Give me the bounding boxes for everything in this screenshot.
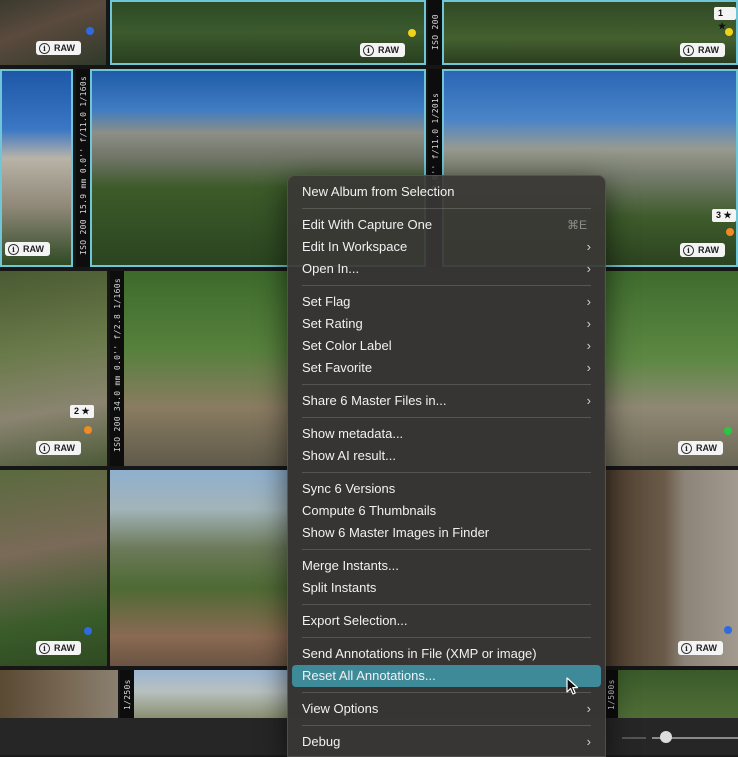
- menu-item-share-master-files[interactable]: Share 6 Master Files in... ›: [292, 390, 601, 412]
- menu-separator: [302, 384, 591, 385]
- menu-separator: [302, 417, 591, 418]
- photo-thumbnail[interactable]: [618, 670, 738, 718]
- chevron-right-icon: ›: [586, 239, 591, 254]
- color-label-green: [724, 427, 732, 435]
- raw-badge[interactable]: i RAW: [680, 43, 725, 57]
- raw-badge[interactable]: i RAW: [678, 641, 723, 655]
- menu-separator: [302, 472, 591, 473]
- chevron-right-icon: ›: [586, 734, 591, 749]
- shortcut-label: ⌘E: [566, 218, 587, 232]
- menu-item-send-annotations[interactable]: Send Annotations in File (XMP or image): [292, 643, 601, 665]
- color-label-orange: [84, 426, 92, 434]
- color-label-yellow: [725, 28, 733, 36]
- color-label-blue: [724, 626, 732, 634]
- info-icon[interactable]: i: [363, 44, 374, 56]
- chevron-right-icon: ›: [586, 360, 591, 375]
- menu-separator: [302, 208, 591, 209]
- exif-text: ISO 200: [431, 14, 440, 50]
- photo-thumbnail[interactable]: i RAW: [604, 470, 738, 666]
- photo-thumbnail[interactable]: [134, 670, 288, 718]
- menu-separator: [302, 692, 591, 693]
- photo-thumbnail[interactable]: [124, 271, 288, 466]
- photo-thumbnail[interactable]: 2 ★ i RAW: [0, 271, 107, 466]
- menu-item-sync-versions[interactable]: Sync 6 Versions: [292, 478, 601, 500]
- star-rating: 3 ★: [712, 209, 736, 222]
- raw-badge[interactable]: i RAW: [36, 41, 81, 55]
- chevron-right-icon: ›: [586, 261, 591, 276]
- zoom-slider-knob[interactable]: [660, 731, 672, 743]
- zoom-slider-track-left: [622, 737, 646, 739]
- menu-item-merge-instants[interactable]: Merge Instants...: [292, 555, 601, 577]
- info-icon[interactable]: i: [8, 243, 19, 255]
- exif-text: 1/250s: [123, 679, 132, 710]
- exif-text: ISO 200 15.9 mm 0.0'' f/11.0 1/160s: [79, 75, 88, 255]
- info-icon[interactable]: i: [681, 642, 692, 654]
- photo-thumbnail[interactable]: i RAW: [0, 0, 106, 65]
- menu-separator: [302, 549, 591, 550]
- info-icon[interactable]: i: [681, 442, 692, 454]
- chevron-right-icon: ›: [586, 701, 591, 716]
- chevron-right-icon: ›: [586, 393, 591, 408]
- menu-item-show-in-finder[interactable]: Show 6 Master Images in Finder: [292, 522, 601, 544]
- menu-item-export-selection[interactable]: Export Selection...: [292, 610, 601, 632]
- menu-item-edit-workspace[interactable]: Edit In Workspace ›: [292, 236, 601, 258]
- info-icon[interactable]: i: [683, 244, 694, 256]
- menu-item-set-color-label[interactable]: Set Color Label ›: [292, 335, 601, 357]
- photo-thumbnail[interactable]: i RAW: [0, 470, 107, 666]
- mouse-pointer-icon: [566, 677, 579, 695]
- menu-item-split-instants[interactable]: Split Instants: [292, 577, 601, 599]
- exif-text: ISO 200 34.0 mm 0.0'' f/2.8 1/160s: [113, 278, 122, 452]
- exif-text: 1/500s: [607, 679, 616, 710]
- menu-item-new-album[interactable]: New Album from Selection: [292, 181, 601, 203]
- color-label-blue: [86, 27, 94, 35]
- menu-item-debug[interactable]: Debug ›: [292, 731, 601, 753]
- photo-thumbnail[interactable]: i RAW: [604, 271, 738, 466]
- photo-thumbnail[interactable]: [110, 470, 288, 666]
- chevron-right-icon: ›: [586, 316, 591, 331]
- raw-badge[interactable]: i RAW: [36, 641, 81, 655]
- context-menu: New Album from Selection Edit With Captu…: [287, 175, 606, 757]
- menu-separator: [302, 637, 591, 638]
- raw-badge[interactable]: i RAW: [360, 43, 405, 57]
- menu-item-view-options[interactable]: View Options ›: [292, 698, 601, 720]
- menu-separator: [302, 285, 591, 286]
- info-icon[interactable]: i: [683, 44, 694, 56]
- info-icon[interactable]: i: [39, 442, 50, 454]
- raw-badge[interactable]: i RAW: [36, 441, 81, 455]
- menu-item-compute-thumbnails[interactable]: Compute 6 Thumbnails: [292, 500, 601, 522]
- menu-item-reset-annotations[interactable]: Reset All Annotations...: [292, 665, 601, 687]
- menu-item-open-in[interactable]: Open In... ›: [292, 258, 601, 280]
- menu-item-edit-capture-one[interactable]: Edit With Capture One ⌘E: [292, 214, 601, 236]
- photo-thumbnail[interactable]: [0, 670, 118, 718]
- chevron-right-icon: ›: [586, 338, 591, 353]
- photo-thumbnail-selected[interactable]: 1 ★ i RAW: [442, 0, 738, 65]
- menu-separator: [302, 725, 591, 726]
- star-rating: 1 ★: [714, 7, 736, 31]
- menu-item-show-ai-result[interactable]: Show AI result...: [292, 445, 601, 467]
- color-label-yellow: [408, 29, 416, 37]
- menu-separator: [302, 604, 591, 605]
- info-icon[interactable]: i: [39, 642, 50, 654]
- menu-item-set-favorite[interactable]: Set Favorite ›: [292, 357, 601, 379]
- menu-item-show-metadata[interactable]: Show metadata...: [292, 423, 601, 445]
- raw-badge[interactable]: i RAW: [5, 242, 50, 256]
- color-label-orange: [726, 228, 734, 236]
- photo-thumbnail-selected[interactable]: i RAW: [110, 0, 426, 65]
- chevron-right-icon: ›: [586, 294, 591, 309]
- star-rating: 2 ★: [70, 405, 94, 418]
- menu-item-set-flag[interactable]: Set Flag ›: [292, 291, 601, 313]
- menu-item-set-rating[interactable]: Set Rating ›: [292, 313, 601, 335]
- color-label-blue: [84, 627, 92, 635]
- raw-badge[interactable]: i RAW: [680, 243, 725, 257]
- photo-thumbnail-selected[interactable]: i RAW: [0, 69, 73, 267]
- info-icon[interactable]: i: [39, 42, 50, 54]
- raw-badge[interactable]: i RAW: [678, 441, 723, 455]
